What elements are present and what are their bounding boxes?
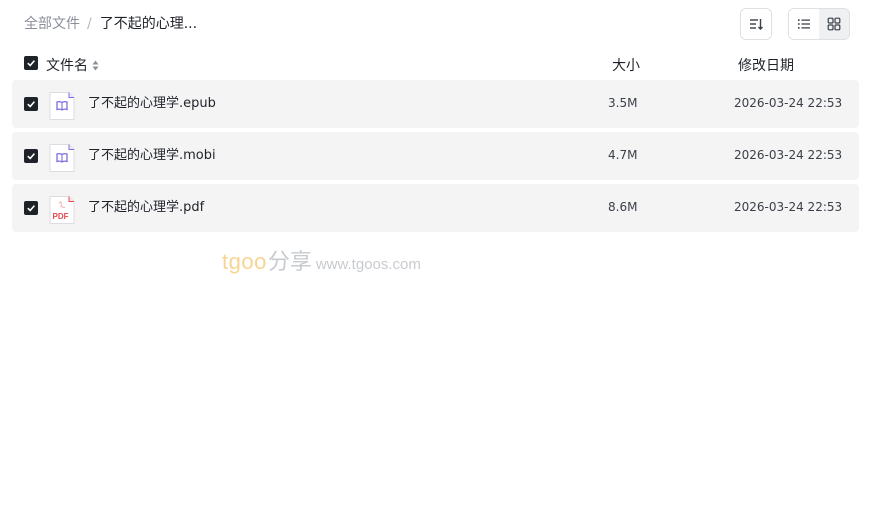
file-name[interactable]: 了不起的心理学.epub — [88, 95, 216, 113]
file-list: 了不起的心理学.epub 3.5M 2026-03-24 22:53 了不起的心… — [12, 80, 859, 236]
size-column-label: 大小 — [612, 58, 640, 74]
name-column-label: 文件名 — [46, 58, 88, 74]
breadcrumb-separator: / — [87, 16, 92, 32]
file-modified-date: 2026-03-24 22:53 — [734, 200, 843, 214]
checkmark-icon — [27, 205, 36, 212]
watermark-share: 分享 — [267, 250, 312, 275]
file-list-header: 文件名 大小 修改日期 — [0, 52, 874, 76]
date-column-label: 修改日期 — [738, 58, 794, 74]
breadcrumb-root-link[interactable]: 全部文件 — [24, 15, 80, 33]
checkmark-icon — [27, 153, 36, 160]
checkmark-icon — [27, 60, 36, 67]
svg-text:PDF: PDF — [53, 212, 69, 221]
file-size: 4.7M — [608, 148, 638, 162]
file-row[interactable]: 了不起的心理学.epub 3.5M 2026-03-24 22:53 — [12, 80, 859, 128]
sort-button[interactable] — [740, 8, 772, 40]
file-modified-date: 2026-03-24 22:53 — [734, 148, 843, 162]
list-view-icon — [798, 19, 810, 29]
sort-descending-icon — [750, 19, 763, 30]
watermark: tgoo 分享 www.tgoos.com — [222, 244, 421, 276]
ebook-file-icon — [49, 92, 75, 120]
sort-arrows-icon — [92, 60, 99, 71]
pdf-file-icon: PDF — [49, 196, 75, 224]
view-toggle — [788, 8, 850, 40]
file-size: 8.6M — [608, 200, 638, 214]
breadcrumb-current-folder: 了不起的心理... — [99, 16, 198, 32]
file-name[interactable]: 了不起的心理学.pdf — [88, 199, 204, 217]
sort-by-name-header[interactable]: 文件名 — [46, 55, 99, 75]
file-browser: 全部文件 / 了不起的心理... 文件名 大小 修改日期 了不起的心理学.epu… — [0, 0, 874, 514]
file-checkbox[interactable] — [24, 201, 38, 215]
file-modified-date: 2026-03-24 22:53 — [734, 96, 843, 110]
checkmark-icon — [27, 101, 36, 108]
file-name[interactable]: 了不起的心理学.mobi — [88, 147, 216, 165]
ebook-file-icon — [49, 144, 75, 172]
grid-view-icon — [827, 17, 841, 31]
file-checkbox[interactable] — [24, 149, 38, 163]
file-size: 3.5M — [608, 96, 638, 110]
select-all-checkbox[interactable] — [24, 56, 38, 70]
file-row[interactable]: PDF 了不起的心理学.pdf 8.6M 2026-03-24 22:53 — [12, 184, 859, 232]
watermark-url: www.tgoos.com — [315, 256, 421, 273]
file-checkbox[interactable] — [24, 97, 38, 111]
breadcrumb: 全部文件 / 了不起的心理... — [24, 15, 197, 33]
list-view-button[interactable] — [789, 9, 819, 39]
watermark-brand: tgoo — [222, 249, 267, 274]
grid-view-button[interactable] — [819, 9, 849, 39]
file-row[interactable]: 了不起的心理学.mobi 4.7M 2026-03-24 22:53 — [12, 132, 859, 180]
